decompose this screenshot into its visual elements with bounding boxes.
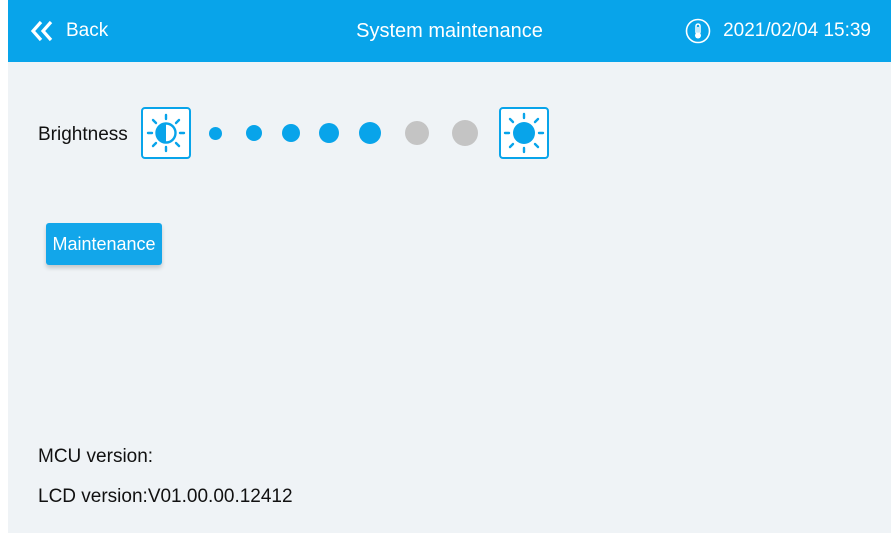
brightness-increase-button[interactable] — [499, 107, 549, 159]
brightness-level-dot-6[interactable] — [405, 121, 429, 145]
brightness-level-dot-2[interactable] — [246, 125, 262, 141]
datetime: 2021/02/04 15:39 — [723, 20, 871, 41]
brightness-level-dot-5[interactable] — [359, 122, 381, 144]
lcd-version: LCD version:V01.00.00.12412 — [38, 486, 293, 507]
maintenance-button[interactable]: Maintenance — [46, 223, 162, 265]
brightness-level-dot-7[interactable] — [452, 120, 478, 146]
brightness-level-dot-1[interactable] — [208, 126, 222, 140]
brightness-decrease-button[interactable] — [141, 107, 191, 159]
screen: Back System maintenance 2021/02/04 15:39… — [8, 0, 891, 533]
double-chevron-left-icon — [30, 20, 53, 42]
brightness-high-icon — [503, 112, 545, 154]
brightness-level-dot-4[interactable] — [319, 123, 339, 143]
mcu-version: MCU version: — [38, 446, 154, 467]
thermometer-icon — [685, 18, 711, 44]
brightness-low-icon — [146, 113, 186, 153]
back-button[interactable]: Back — [30, 16, 108, 46]
status-area: 2021/02/04 15:39 — [685, 16, 871, 46]
top-bar: Back System maintenance 2021/02/04 15:39 — [8, 0, 891, 62]
brightness-label: Brightness — [38, 124, 128, 145]
brightness-level-dot-3[interactable] — [282, 124, 300, 142]
back-label: Back — [66, 20, 109, 41]
